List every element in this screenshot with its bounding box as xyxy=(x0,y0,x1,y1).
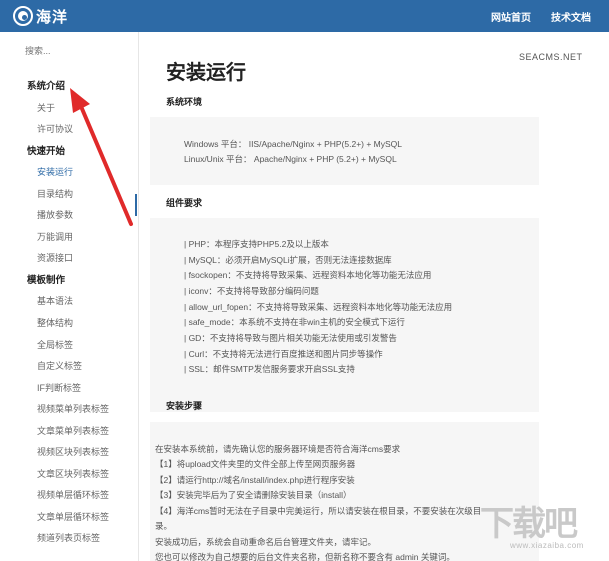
sidebar-item-play-params[interactable]: 播放参数 xyxy=(17,205,137,227)
sidebar: 系统介绍 关于 许可协议 快速开始 安装运行 目录结构 播放参数 万能调用 资源… xyxy=(17,32,137,561)
brand-label: SEACMS.NET xyxy=(519,52,583,62)
sidebar-group-templates: 模板制作 xyxy=(27,274,66,286)
sidebar-item-about[interactable]: 关于 xyxy=(17,98,137,120)
search-input[interactable] xyxy=(25,42,121,60)
sidebar-item-article-menu-tags[interactable]: 文章菜单列表标签 xyxy=(17,421,137,443)
component-line: | SSL：邮件SMTP发信服务要求开启SSL支持 xyxy=(184,364,355,374)
component-line: | safe_mode：本系统不支持在非win主机的安全模式下运行 xyxy=(184,317,405,327)
top-bar: 海洋 网站首页 技术文档 xyxy=(0,0,609,32)
watermark-logo: 下载吧 www.xiazaiba.com xyxy=(480,496,605,556)
sidebar-item-global-tags[interactable]: 全局标签 xyxy=(17,335,137,357)
logo-text: 海洋 xyxy=(36,8,69,26)
step-line: 安装成功后，系统会自动重命名后台管理文件夹，请牢记。 xyxy=(155,537,377,547)
sidebar-item-structure[interactable]: 整体结构 xyxy=(17,313,137,335)
step-line: 录。 xyxy=(155,521,173,531)
section-title-steps: 安装步骤 xyxy=(166,401,203,411)
environment-line: Windows 平台： IIS/Apache/Nginx + PHP(5.2+)… xyxy=(184,139,403,149)
sidebar-item-article-loop-tags[interactable]: 文章单层循环标签 xyxy=(17,507,137,529)
component-line: | PHP：本程序支持PHP5.2及以上版本 xyxy=(184,239,329,249)
component-line: | MySQL：必须开启MySQLi扩展，否则无法连接数据库 xyxy=(184,255,392,265)
step-line: 您也可以修改为自己想要的后台文件夹名称，但新名称不要含有 admin 关键词。 xyxy=(155,552,455,561)
watermark-url: www.xiazaiba.com xyxy=(510,541,584,550)
step-line: 【3】安装完毕后为了安全请删除安装目录（install） xyxy=(155,490,352,500)
sidebar-item-license[interactable]: 许可协议 xyxy=(17,119,137,141)
component-line: | GD：不支持将导致与图片相关功能无法使用或引发警告 xyxy=(184,333,397,343)
sidebar-item-channel-list-tags[interactable]: 频道列表页标签 xyxy=(17,528,137,550)
sidebar-item-video-block-tags[interactable]: 视频区块列表标签 xyxy=(17,442,137,464)
sidebar-item-universal-call[interactable]: 万能调用 xyxy=(17,227,137,249)
nav-docs-link[interactable]: 技术文档 xyxy=(551,9,591,24)
component-line: | allow_url_fopen：不支持将导致采集、远程资料本地化等功能无法应… xyxy=(184,302,453,312)
sidebar-group-intro: 系统介绍 xyxy=(27,81,66,92)
top-nav: 网站首页 技术文档 xyxy=(491,0,591,32)
component-line: | iconv：不支持将导致部分编码问题 xyxy=(184,286,319,296)
step-line: 【1】将upload文件夹里的文件全部上传至网页服务器 xyxy=(155,459,356,469)
watermark-glyphs: 下载吧 xyxy=(480,505,578,543)
component-line: | Curl：不支持将无法进行百度推送和图片同步等操作 xyxy=(184,349,383,359)
sidebar-item-custom-tags[interactable]: 自定义标签 xyxy=(17,356,137,378)
nav-home-link[interactable]: 网站首页 xyxy=(491,9,531,24)
step-line: 在安装本系统前，请先确认您的服务器环境是否符合海洋cms要求 xyxy=(155,444,401,454)
components-block: | PHP：本程序支持PHP5.2及以上版本 | MySQL：必须开启MySQL… xyxy=(150,218,539,412)
step-line: 【4】海洋cms暂时无法在子目录中完美运行，所以请安装在根目录，不要安装在次级目 xyxy=(155,506,482,516)
sidebar-menu: 系统介绍 关于 许可协议 快速开始 安装运行 目录结构 播放参数 万能调用 资源… xyxy=(17,76,137,550)
sidebar-item-resource-api[interactable]: 资源接口 xyxy=(17,248,137,270)
environment-block: Windows 平台： IIS/Apache/Nginx + PHP(5.2+)… xyxy=(150,117,539,185)
sidebar-item-video-menu-tags[interactable]: 视频菜单列表标签 xyxy=(17,399,137,421)
sidebar-group-quickstart: 快速开始 xyxy=(27,145,66,157)
site-logo[interactable]: 海洋 xyxy=(13,5,68,27)
sidebar-item-install[interactable]: 安装运行 xyxy=(17,162,137,184)
sidebar-item-if-tags[interactable]: IF判断标签 xyxy=(17,378,137,400)
page-title: 安装运行 xyxy=(166,62,246,84)
active-indicator xyxy=(135,194,137,216)
sidebar-item-basic-syntax[interactable]: 基本语法 xyxy=(17,291,137,313)
section-title-components: 组件要求 xyxy=(166,198,203,208)
main-content: SEACMS.NET 安装运行 系统环境 Windows 平台： IIS/Apa… xyxy=(139,32,609,561)
environment-line: Linux/Unix 平台： Apache/Nginx + PHP (5.2+)… xyxy=(184,154,397,164)
step-line: 【2】请运行http://域名/install/index.php进行程序安装 xyxy=(155,475,355,485)
component-line: | fsockopen：不支持将导致采集、远程资料本地化等功能无法应用 xyxy=(184,270,432,280)
sidebar-item-directory[interactable]: 目录结构 xyxy=(17,184,137,206)
section-title-environment: 系统环境 xyxy=(166,97,203,107)
logo-icon xyxy=(13,6,33,26)
sidebar-item-article-block-tags[interactable]: 文章区块列表标签 xyxy=(17,464,137,486)
sidebar-item-video-loop-tags[interactable]: 视频单层循环标签 xyxy=(17,485,137,507)
